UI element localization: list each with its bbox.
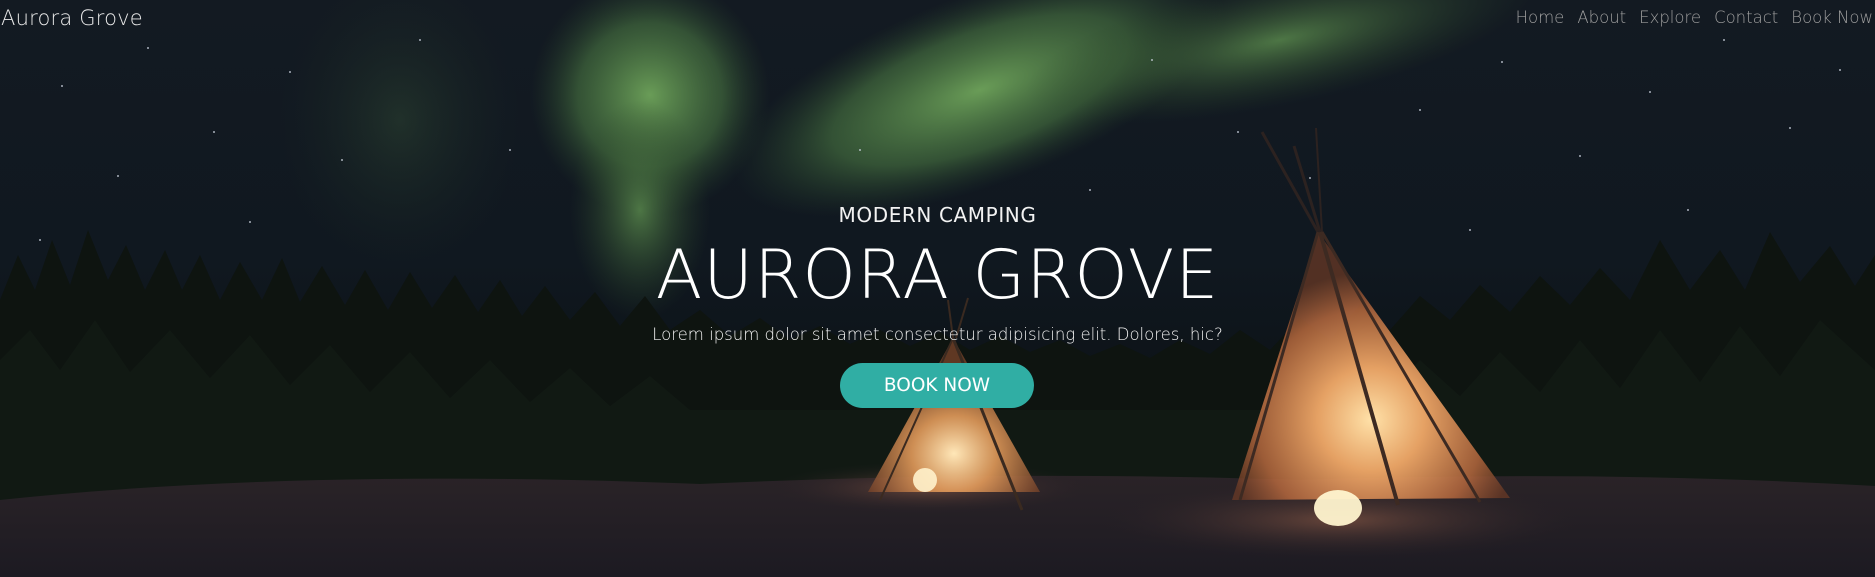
nav-link-book-now[interactable]: Book Now [1791, 8, 1873, 27]
hero-tagline: Lorem ipsum dolor sit amet consectetur a… [652, 325, 1223, 344]
top-navbar: Aurora Grove Home About Explore Contact … [0, 0, 1875, 38]
book-now-button[interactable]: BOOK NOW [840, 363, 1034, 408]
hero-title: AURORA GROVE [655, 236, 1220, 315]
aurora-glow [280, 0, 520, 270]
nav-link-home[interactable]: Home [1516, 8, 1565, 27]
nav-link-explore[interactable]: Explore [1639, 8, 1701, 27]
nav-links: Home About Explore Contact Book Now [1516, 8, 1873, 27]
hero-section: Aurora Grove Home About Explore Contact … [0, 0, 1875, 577]
hero-eyebrow: MODERN CAMPING [838, 203, 1037, 227]
nav-link-about[interactable]: About [1577, 8, 1626, 27]
brand-logo-link[interactable]: Aurora Grove [1, 6, 143, 30]
nav-link-contact[interactable]: Contact [1714, 8, 1778, 27]
